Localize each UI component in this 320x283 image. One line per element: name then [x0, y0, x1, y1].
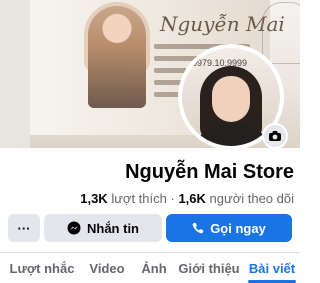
tab-mentions-label: Lượt nhắc: [9, 260, 75, 276]
avatar-face: [212, 76, 250, 122]
likes-label: lượt thích: [111, 191, 167, 206]
likes-count: 1,3K: [80, 191, 108, 206]
message-button-label: Nhắn tin: [87, 220, 139, 236]
followers-label: người theo dõi: [209, 191, 294, 206]
stats-separator: ·: [170, 191, 175, 206]
more-options-button[interactable]: ···: [8, 214, 40, 242]
camera-icon-glyph: [269, 131, 281, 141]
tab-posts[interactable]: Bài viết: [244, 253, 300, 283]
profile-tabs: Bài viết Giới thiệu Ảnh Video Lượt nhắc: [0, 253, 300, 283]
message-button[interactable]: Nhắn tin: [44, 214, 162, 242]
tab-videos-label: Video: [89, 260, 125, 276]
cover-sketch-figure: [262, 2, 300, 64]
tab-mentions[interactable]: Lượt nhắc: [6, 253, 78, 283]
tab-about[interactable]: Giới thiệu: [178, 253, 240, 283]
tab-posts-label: Bài viết: [248, 260, 296, 276]
page-title: Nguyễn Mai Store: [125, 161, 294, 183]
cover-model-figure: [88, 6, 146, 108]
messenger-icon: [67, 221, 81, 235]
tab-photos[interactable]: Ảnh: [134, 253, 174, 283]
call-button-label: Gọi ngay: [210, 220, 266, 236]
camera-icon[interactable]: [262, 123, 288, 149]
followers-count: 1,6K: [178, 191, 206, 206]
more-icon: ···: [17, 220, 31, 236]
call-now-button[interactable]: Gọi ngay: [166, 214, 292, 242]
tab-videos[interactable]: Video: [84, 253, 130, 283]
phone-icon: [192, 222, 204, 234]
tab-photos-label: Ảnh: [141, 260, 167, 276]
cover-edge: [0, 0, 30, 148]
page-stats: 1,3K lượt thích · 1,6K người theo dõi: [0, 191, 294, 206]
tab-about-label: Giới thiệu: [178, 260, 240, 276]
